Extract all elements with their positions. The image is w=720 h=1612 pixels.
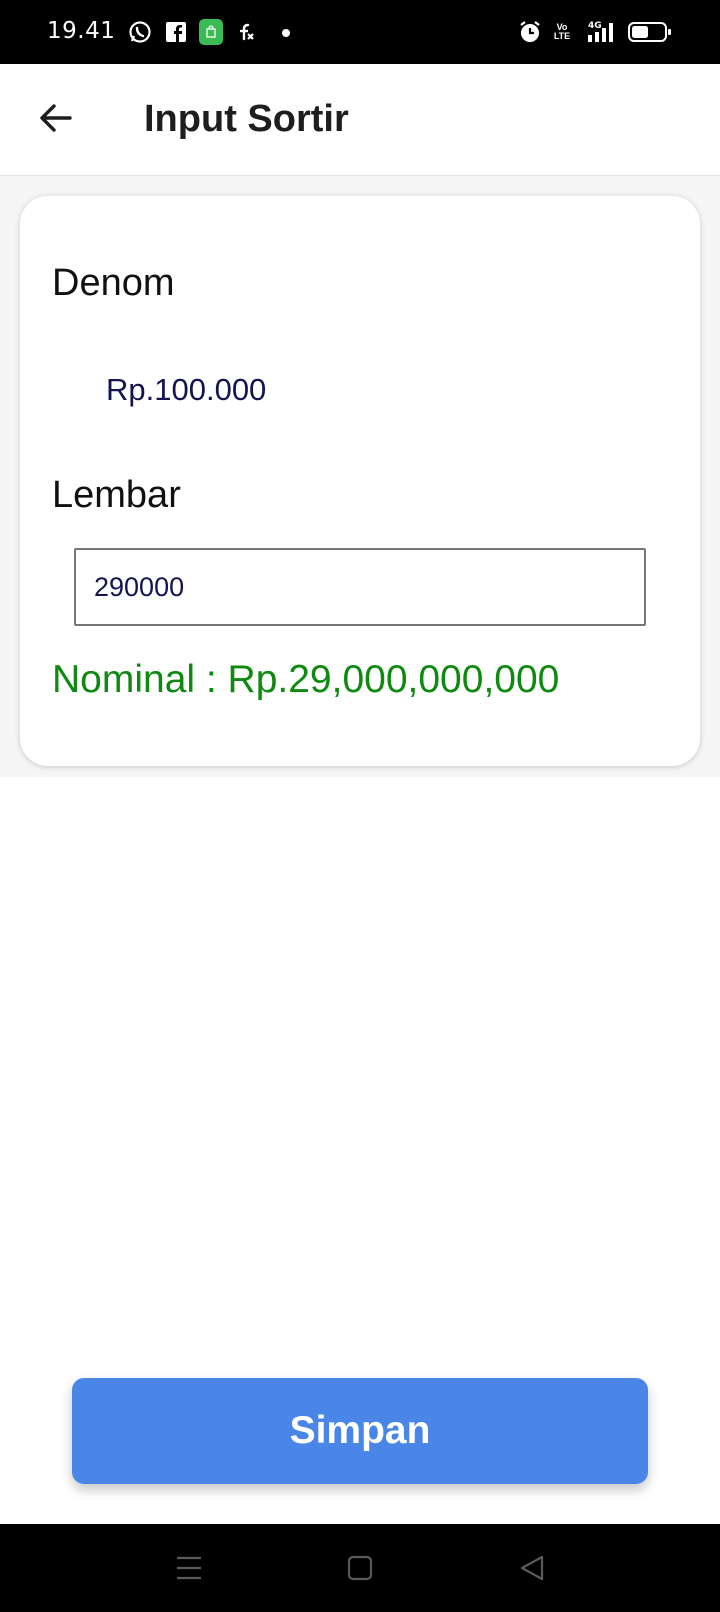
volte-icon: Vo LTE [552, 20, 572, 44]
recent-apps-button[interactable] [167, 1546, 211, 1590]
denom-value: Rp.100.000 [106, 372, 267, 407]
battery-icon [628, 20, 672, 44]
facebook-icon [165, 20, 187, 44]
back-button[interactable] [30, 92, 82, 144]
sortir-form-card: Denom Rp.100.000 Lembar Nominal : Rp.29,… [20, 196, 700, 766]
system-nav-bar [0, 1524, 720, 1612]
network-type-text: 4G [588, 21, 602, 31]
alarm-icon [518, 20, 542, 44]
lembar-input[interactable] [74, 548, 646, 626]
arrow-left-icon [40, 104, 72, 132]
page-title: Input Sortir [144, 98, 349, 140]
home-button[interactable] [338, 1546, 382, 1590]
signal-4g-icon: 4G [582, 20, 620, 44]
whatsapp-icon [128, 20, 152, 44]
volte-bottom-text: LTE [553, 31, 571, 41]
status-bar: 19.41 Vo LTE 4G [0, 0, 720, 64]
fx-icon [236, 20, 256, 44]
status-time: 19.41 [47, 18, 116, 44]
system-back-button[interactable] [510, 1546, 554, 1590]
shop-icon [199, 19, 223, 45]
denom-label: Denom [52, 262, 175, 304]
lembar-label: Lembar [52, 474, 181, 516]
menu-icon [177, 1556, 201, 1580]
notification-dot [282, 29, 290, 37]
nominal-text: Nominal : Rp.29,000,000,000 [52, 658, 560, 701]
back-triangle-icon [520, 1555, 544, 1581]
save-button[interactable]: Simpan [72, 1378, 648, 1484]
app-bar: Input Sortir [0, 64, 720, 176]
home-icon [347, 1555, 373, 1581]
